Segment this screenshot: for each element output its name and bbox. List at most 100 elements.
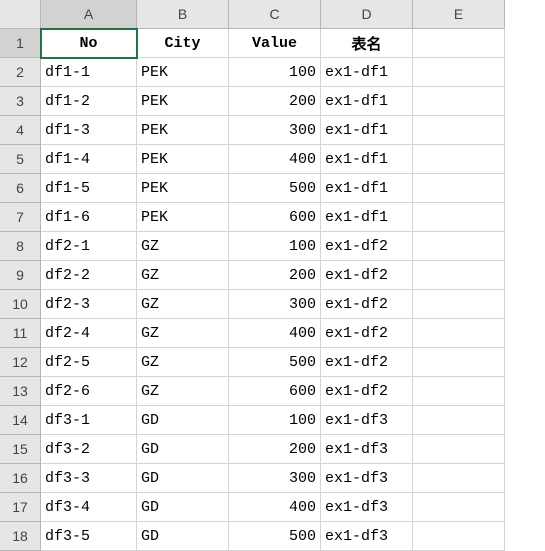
cell-b10[interactable]: GZ xyxy=(137,290,229,319)
row-header-18[interactable]: 18 xyxy=(0,522,41,551)
row-header-11[interactable]: 11 xyxy=(0,319,41,348)
cell-d5[interactable]: ex1-df1 xyxy=(321,145,413,174)
cell-a18[interactable]: df3-5 xyxy=(41,522,137,551)
col-header-a[interactable]: A xyxy=(41,0,137,29)
cell-e8[interactable] xyxy=(413,232,505,261)
cell-a11[interactable]: df2-4 xyxy=(41,319,137,348)
cell-b11[interactable]: GZ xyxy=(137,319,229,348)
cell-d8[interactable]: ex1-df2 xyxy=(321,232,413,261)
cell-d2[interactable]: ex1-df1 xyxy=(321,58,413,87)
cell-b2[interactable]: PEK xyxy=(137,58,229,87)
cell-b4[interactable]: PEK xyxy=(137,116,229,145)
cell-a6[interactable]: df1-5 xyxy=(41,174,137,203)
cell-e10[interactable] xyxy=(413,290,505,319)
row-header-8[interactable]: 8 xyxy=(0,232,41,261)
cell-e4[interactable] xyxy=(413,116,505,145)
cell-e15[interactable] xyxy=(413,435,505,464)
cell-e11[interactable] xyxy=(413,319,505,348)
cell-b1[interactable]: City xyxy=(137,29,229,58)
row-header-9[interactable]: 9 xyxy=(0,261,41,290)
row-header-10[interactable]: 10 xyxy=(0,290,41,319)
cell-c9[interactable]: 200 xyxy=(229,261,321,290)
cell-c14[interactable]: 100 xyxy=(229,406,321,435)
cell-a16[interactable]: df3-3 xyxy=(41,464,137,493)
cell-b17[interactable]: GD xyxy=(137,493,229,522)
cell-e16[interactable] xyxy=(413,464,505,493)
cell-d13[interactable]: ex1-df2 xyxy=(321,377,413,406)
col-header-c[interactable]: C xyxy=(229,0,321,29)
cell-d11[interactable]: ex1-df2 xyxy=(321,319,413,348)
cell-c17[interactable]: 400 xyxy=(229,493,321,522)
row-header-14[interactable]: 14 xyxy=(0,406,41,435)
select-all-corner[interactable] xyxy=(0,0,41,29)
cell-d7[interactable]: ex1-df1 xyxy=(321,203,413,232)
cell-e17[interactable] xyxy=(413,493,505,522)
cell-d10[interactable]: ex1-df2 xyxy=(321,290,413,319)
row-header-7[interactable]: 7 xyxy=(0,203,41,232)
cell-b16[interactable]: GD xyxy=(137,464,229,493)
cell-e9[interactable] xyxy=(413,261,505,290)
row-header-2[interactable]: 2 xyxy=(0,58,41,87)
cell-d17[interactable]: ex1-df3 xyxy=(321,493,413,522)
cell-c5[interactable]: 400 xyxy=(229,145,321,174)
cell-c6[interactable]: 500 xyxy=(229,174,321,203)
cell-d14[interactable]: ex1-df3 xyxy=(321,406,413,435)
cell-a10[interactable]: df2-3 xyxy=(41,290,137,319)
cell-b3[interactable]: PEK xyxy=(137,87,229,116)
cell-d18[interactable]: ex1-df3 xyxy=(321,522,413,551)
row-header-1[interactable]: 1 xyxy=(0,29,41,58)
row-header-15[interactable]: 15 xyxy=(0,435,41,464)
cell-a5[interactable]: df1-4 xyxy=(41,145,137,174)
row-header-3[interactable]: 3 xyxy=(0,87,41,116)
cell-b15[interactable]: GD xyxy=(137,435,229,464)
cell-c2[interactable]: 100 xyxy=(229,58,321,87)
cell-d3[interactable]: ex1-df1 xyxy=(321,87,413,116)
cell-c13[interactable]: 600 xyxy=(229,377,321,406)
row-header-16[interactable]: 16 xyxy=(0,464,41,493)
cell-e1[interactable] xyxy=(413,29,505,58)
row-header-4[interactable]: 4 xyxy=(0,116,41,145)
row-header-6[interactable]: 6 xyxy=(0,174,41,203)
cell-b9[interactable]: GZ xyxy=(137,261,229,290)
row-header-12[interactable]: 12 xyxy=(0,348,41,377)
cell-a8[interactable]: df2-1 xyxy=(41,232,137,261)
cell-c16[interactable]: 300 xyxy=(229,464,321,493)
cell-d15[interactable]: ex1-df3 xyxy=(321,435,413,464)
cell-d4[interactable]: ex1-df1 xyxy=(321,116,413,145)
cell-e12[interactable] xyxy=(413,348,505,377)
col-header-d[interactable]: D xyxy=(321,0,413,29)
cell-a9[interactable]: df2-2 xyxy=(41,261,137,290)
cell-d9[interactable]: ex1-df2 xyxy=(321,261,413,290)
cell-b13[interactable]: GZ xyxy=(137,377,229,406)
cell-e7[interactable] xyxy=(413,203,505,232)
cell-e5[interactable] xyxy=(413,145,505,174)
cell-c18[interactable]: 500 xyxy=(229,522,321,551)
row-header-5[interactable]: 5 xyxy=(0,145,41,174)
cell-b6[interactable]: PEK xyxy=(137,174,229,203)
cell-a14[interactable]: df3-1 xyxy=(41,406,137,435)
cell-b14[interactable]: GD xyxy=(137,406,229,435)
cell-b5[interactable]: PEK xyxy=(137,145,229,174)
cell-a2[interactable]: df1-1 xyxy=(41,58,137,87)
cell-e13[interactable] xyxy=(413,377,505,406)
col-header-b[interactable]: B xyxy=(137,0,229,29)
cell-e14[interactable] xyxy=(413,406,505,435)
cell-d6[interactable]: ex1-df1 xyxy=(321,174,413,203)
cell-c4[interactable]: 300 xyxy=(229,116,321,145)
cell-c11[interactable]: 400 xyxy=(229,319,321,348)
cell-a15[interactable]: df3-2 xyxy=(41,435,137,464)
cell-a7[interactable]: df1-6 xyxy=(41,203,137,232)
cell-d12[interactable]: ex1-df2 xyxy=(321,348,413,377)
cell-d16[interactable]: ex1-df3 xyxy=(321,464,413,493)
cell-c10[interactable]: 300 xyxy=(229,290,321,319)
cell-c8[interactable]: 100 xyxy=(229,232,321,261)
cell-e6[interactable] xyxy=(413,174,505,203)
cell-a1[interactable]: No xyxy=(41,29,137,58)
cell-d1[interactable]: 表名 xyxy=(321,29,413,58)
cell-b8[interactable]: GZ xyxy=(137,232,229,261)
cell-c12[interactable]: 500 xyxy=(229,348,321,377)
cell-a13[interactable]: df2-6 xyxy=(41,377,137,406)
cell-a4[interactable]: df1-3 xyxy=(41,116,137,145)
cell-e3[interactable] xyxy=(413,87,505,116)
col-header-e[interactable]: E xyxy=(413,0,505,29)
